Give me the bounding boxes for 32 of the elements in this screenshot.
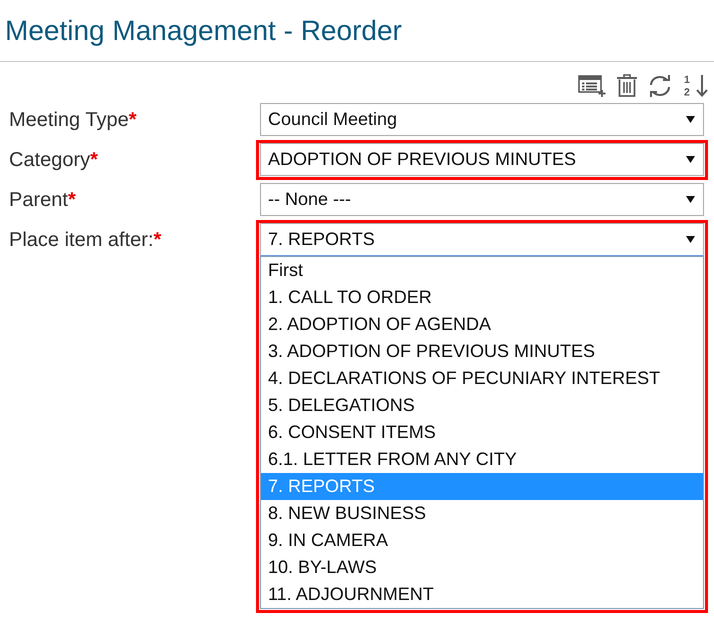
dropdown-option[interactable]: 10. BY-LAWS (261, 554, 703, 581)
field-label: Place item after: (9, 228, 154, 252)
dropdown-option[interactable]: 6. CONSENT ITEMS (261, 419, 703, 446)
refresh-icon[interactable] (648, 74, 672, 96)
required-mark: * (154, 228, 162, 252)
field-label: Category (9, 148, 90, 172)
field-label: Parent (9, 188, 68, 212)
dropdown-option[interactable]: 3. ADOPTION OF PREVIOUS MINUTES (261, 338, 703, 365)
dropdown-option[interactable]: 4. DECLARATIONS OF PECUNIARY INTEREST (261, 365, 703, 392)
dropdown-option[interactable]: 11. ADJOURNMENT (261, 581, 703, 608)
caret-icon (686, 156, 695, 163)
list-plus-icon[interactable] (578, 74, 606, 96)
dropdown-field[interactable]: -- None --- (260, 183, 704, 216)
caret-icon (686, 116, 695, 123)
caret-icon (686, 196, 695, 203)
dropdown-option[interactable]: 9. IN CAMERA (261, 527, 703, 554)
required-mark: * (128, 108, 137, 132)
caret-icon (686, 236, 695, 243)
dropdown-option[interactable]: 5. DELEGATIONS (261, 392, 703, 419)
dropdown-field[interactable]: Council Meeting (260, 103, 704, 136)
field-label: Meeting Type (9, 108, 129, 132)
required-mark: * (90, 148, 98, 172)
dropdown-option[interactable]: First (261, 257, 703, 284)
dropdown-option[interactable]: 1. CALL TO ORDER (261, 284, 703, 311)
dropdown-option[interactable]: 2. ADOPTION OF AGENDA (261, 311, 703, 338)
dropdown-option[interactable]: 8. NEW BUSINESS (261, 500, 703, 527)
dropdown-field[interactable]: ADOPTION OF PREVIOUS MINUTES (260, 143, 704, 176)
dropdown-field[interactable]: 7. REPORTS (260, 223, 704, 256)
trash-icon[interactable] (617, 74, 637, 97)
required-mark: * (68, 188, 76, 212)
page-title: Meeting Management - Reorder (4, 14, 403, 48)
dropdown-option[interactable]: 6.1. LETTER FROM ANY CITY (261, 446, 703, 473)
